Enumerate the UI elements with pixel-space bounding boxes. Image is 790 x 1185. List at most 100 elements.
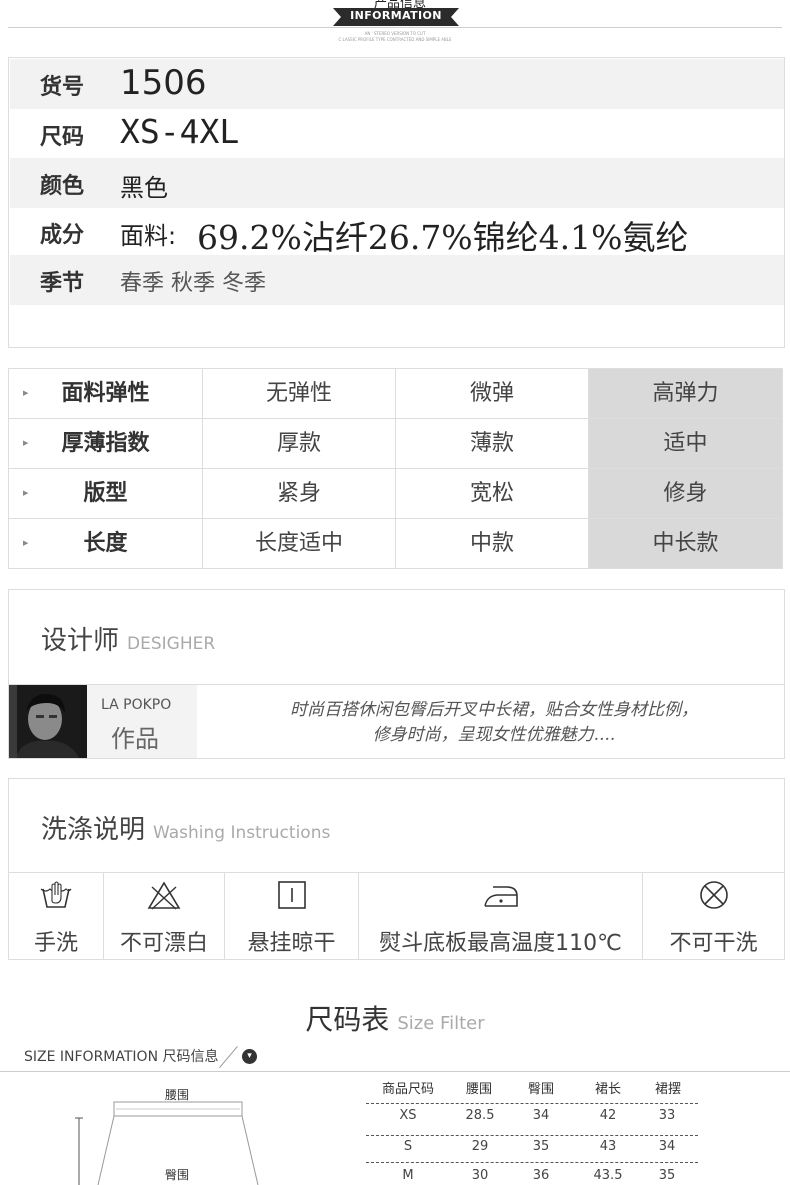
chevron-down-icon: ▾ [242, 1049, 257, 1064]
wash-label: 手洗 [33, 931, 78, 956]
designer-works-label: 作品 [111, 725, 159, 753]
attribute-table: ▶ 面料弹性 无弹性 微弹 高弹力 ▶ 厚薄指数 厚款 薄款 适中 ▶ 版型 紧… [8, 368, 783, 569]
attr-name-cell: ▶ 长度 [9, 519, 203, 568]
hang-dry-icon [225, 879, 358, 915]
attr-option: 厚款 [203, 419, 396, 468]
size-cell: 28.5 [465, 1108, 495, 1123]
info-row-composition: 成分 面料: 69.2%沾纤26.7%锦纶4.1%氨纶 [10, 207, 784, 257]
attr-name: 长度 [83, 531, 128, 556]
no-bleach-icon [104, 879, 224, 915]
waist-diagram-label: 腰围 [165, 1088, 190, 1102]
attr-name: 面料弹性 [61, 381, 150, 406]
wash-label: 熨斗底板最高温度110℃ [379, 931, 622, 956]
triangle-icon: ▶ [23, 439, 29, 447]
attr-name: 版型 [83, 481, 128, 506]
wash-item-no-bleach: 不可漂白 [104, 873, 225, 959]
portrait-graphic [9, 685, 87, 758]
size-header: 臀围 [528, 1082, 555, 1097]
size-header: 商品尺码 [382, 1082, 435, 1097]
attr-row-length: ▶ 长度 长度适中 中款 中长款 [9, 519, 782, 569]
attr-option-selected: 修身 [589, 469, 782, 518]
attr-name-cell: ▶ 厚薄指数 [9, 419, 203, 468]
no-dry-clean-icon [643, 879, 784, 915]
size-row-divider [366, 1135, 698, 1136]
size-cell: 35 [532, 1139, 550, 1154]
washing-section: 洗涤说明 Washing Instructions 手洗 不可漂白 悬挂晾干 熨… [8, 778, 785, 960]
size-header: 裙摆 [655, 1082, 682, 1097]
designer-title: 设计师 DESIGHER [41, 620, 215, 657]
size-info-label: SIZE INFORMATION 尺码信息 [24, 1049, 219, 1065]
header-subline-1: AN ' STEREO VERSION TO CUT [364, 31, 426, 36]
size-cell: 29 [471, 1139, 489, 1154]
wash-item-no-dry-clean: 不可干洗 [643, 873, 784, 959]
size-cell: 30 [471, 1168, 489, 1183]
attr-name: 厚薄指数 [61, 431, 150, 456]
wash-label: 不可漂白 [119, 931, 208, 956]
washing-title: 洗涤说明 Washing Instructions [41, 809, 330, 846]
header-subline-2: C LASSIC PROFILE TYPE CONTRACTED AND SIM… [338, 37, 452, 42]
info-label: 货号 [40, 75, 85, 100]
designer-title-text: 设计师 [41, 626, 120, 656]
size-title-text: 尺码表 [305, 1003, 390, 1036]
wash-item-hand-wash: 手洗 [9, 873, 104, 959]
designer-subtitle: DESIGHER [127, 634, 216, 654]
info-row-item-no: 货号 1506 [10, 59, 784, 109]
quote-line: 时尚百搭休闲包臀后开叉中长裙，贴合女性身材比例， [290, 700, 698, 720]
washing-title-text: 洗涤说明 [41, 815, 146, 845]
triangle-icon: ▶ [23, 489, 29, 497]
info-value: 春季 秋季 冬季 [120, 271, 266, 296]
size-cell: S [403, 1139, 413, 1154]
info-row-season: 季节 春季 秋季 冬季 [10, 255, 784, 305]
designer-name-box: LA POKPO 作品 [87, 685, 197, 758]
designer-name: LA POKPO [101, 697, 172, 713]
size-subtitle: Size Filter [397, 1013, 485, 1034]
attr-row-thickness: ▶ 厚薄指数 厚款 薄款 适中 [9, 419, 782, 469]
triangle-icon: ▶ [23, 389, 29, 397]
attr-option-selected: 中长款 [589, 519, 782, 568]
info-label: 季节 [40, 271, 85, 296]
wash-item-iron: 熨斗底板最高温度110℃ [359, 873, 643, 959]
size-cell: 43 [599, 1139, 617, 1154]
hand-wash-icon [9, 879, 103, 915]
wash-label: 悬挂晾干 [247, 931, 336, 956]
attr-option: 紧身 [203, 469, 396, 518]
info-label: 尺码 [40, 125, 85, 150]
iron-icon [359, 879, 642, 915]
attr-row-elasticity: ▶ 面料弹性 无弹性 微弹 高弹力 [9, 369, 782, 419]
size-cell: 43.5 [593, 1168, 623, 1183]
attr-option: 宽松 [396, 469, 589, 518]
size-row-divider [366, 1162, 698, 1163]
attr-option: 长度适中 [203, 519, 396, 568]
attr-name-cell: ▶ 版型 [9, 469, 203, 518]
attr-name-cell: ▶ 面料弹性 [9, 369, 203, 418]
size-chart-area: 腰围 臀围 商品尺码 腰围 臀围 裙长 裙摆 XS 28.5 34 42 33 … [0, 1072, 790, 1185]
wash-label: 不可干洗 [669, 931, 758, 956]
designer-section: 设计师 DESIGHER LA POKPO 作品 时尚百搭休闲包臀后开叉中长裙，贴… [8, 589, 785, 759]
size-row-divider [366, 1103, 698, 1104]
badge-label: INFORMATION [350, 9, 442, 22]
info-value-prefix: 面料: [120, 222, 177, 250]
size-cell: 36 [532, 1168, 550, 1183]
info-value: 黑色 [120, 174, 168, 202]
product-info-box: 货号 1506 尺码 XS-4XL 颜色 黑色 成分 面料: 69.2%沾纤26… [8, 57, 785, 348]
size-cell: 42 [599, 1108, 617, 1123]
hip-diagram-label: 臀围 [165, 1168, 190, 1182]
size-cell: 34 [532, 1108, 550, 1123]
info-label: 颜色 [40, 174, 85, 199]
attr-option: 薄款 [396, 419, 589, 468]
attr-row-fit: ▶ 版型 紧身 宽松 修身 [9, 469, 782, 519]
attr-option: 无弹性 [203, 369, 396, 418]
info-value: 69.2%沾纤26.7%锦纶4.1%氨纶 [197, 218, 689, 257]
designer-portrait-image [9, 685, 87, 758]
info-value: 1506 [120, 63, 207, 103]
size-header: 裙长 [595, 1082, 622, 1097]
size-cell: 34 [658, 1139, 676, 1154]
size-chart-title: 尺码表 Size Filter [0, 998, 790, 1038]
info-label: 成分 [40, 223, 85, 248]
info-value: XS-4XL [120, 112, 240, 151]
attr-option: 微弹 [396, 369, 589, 418]
size-info-slash [219, 1045, 238, 1069]
info-row-size: 尺码 XS-4XL [10, 109, 784, 159]
section-header: 产品信息 INFORMATION AN ' STEREO VERSION TO … [0, 0, 790, 48]
info-row-color: 颜色 黑色 [10, 158, 784, 208]
